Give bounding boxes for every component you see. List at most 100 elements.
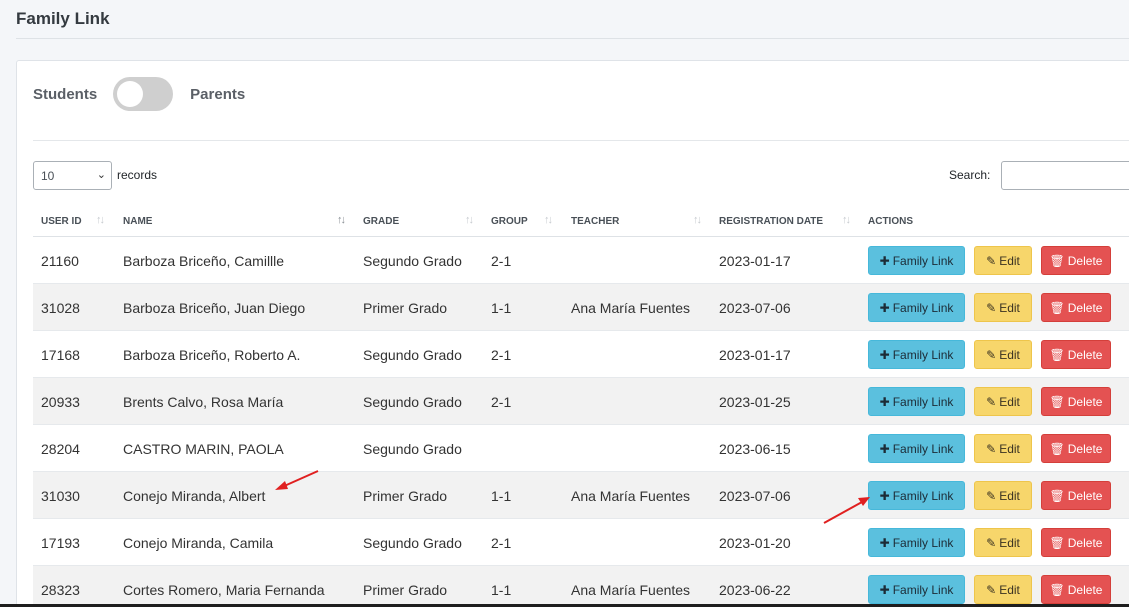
delete-button-label: Delete: [1067, 582, 1103, 597]
family-link-button[interactable]: ✚ Family Link: [868, 528, 965, 557]
cell-date: 2023-01-17: [719, 253, 791, 269]
cell-grade: Primer Grado: [363, 582, 448, 598]
view-toggle: Students Parents: [33, 77, 245, 111]
records-length-select[interactable]: 10 ⌄: [33, 161, 112, 190]
family-link-button-label: Family Link: [892, 535, 954, 550]
title-divider: [16, 38, 1129, 39]
plus-icon: ✚: [879, 535, 890, 550]
cell-grade: Segundo Grado: [363, 253, 462, 269]
cell-date: 2023-01-25: [719, 394, 791, 410]
delete-button[interactable]: 🗑︎ Delete: [1041, 575, 1111, 604]
students-label: Students: [33, 85, 98, 103]
cell-date: 2023-07-06: [719, 488, 791, 504]
cell-name: Barboza Briceño, Juan Diego: [123, 300, 306, 316]
col-registration-date[interactable]: REGISTRATION DATE: [719, 216, 823, 227]
delete-button[interactable]: 🗑︎ Delete: [1041, 340, 1111, 369]
edit-button[interactable]: ✎ Edit: [974, 575, 1032, 604]
delete-button[interactable]: 🗑︎ Delete: [1041, 528, 1111, 557]
family-link-button-label: Family Link: [892, 582, 954, 597]
col-actions: ACTIONS: [868, 216, 913, 227]
delete-button-label: Delete: [1067, 394, 1103, 409]
cell-id: 20933: [41, 394, 80, 410]
table-body: 21160 Barboza Briceño, Camillle Segundo Gr…: [33, 237, 1129, 607]
table-row: 21160 Barboza Briceño, Camillle Segundo Gr…: [33, 237, 1129, 284]
edit-button[interactable]: ✎ Edit: [974, 293, 1032, 322]
students-table: USER ID ↑↓ NAME ↑↓ GRADE ↑↓ GROUP ↑↓ TEA…: [33, 201, 1129, 607]
card-divider: [33, 140, 1129, 141]
col-group[interactable]: GROUP: [491, 216, 528, 227]
cell-teacher: Ana María Fuentes: [571, 300, 691, 316]
cell-teacher: Ana María Fuentes: [571, 488, 691, 504]
sort-arrows-icon[interactable]: ↑↓: [465, 214, 474, 226]
cell-group: 2-1: [491, 535, 512, 551]
sort-arrows-icon[interactable]: ↑↓: [96, 214, 105, 226]
table-row: 31030 Conejo Miranda, Albert Primer Grado 1…: [33, 472, 1129, 519]
trash-icon: 🗑︎: [1049, 582, 1065, 597]
edit-button[interactable]: ✎ Edit: [974, 481, 1032, 510]
cell-name: Barboza Briceño, Roberto A.: [123, 347, 301, 363]
cell-name: Barboza Briceño, Camillle: [123, 253, 285, 269]
students-parents-switch[interactable]: [113, 77, 174, 111]
family-link-button-label: Family Link: [892, 300, 954, 315]
delete-button[interactable]: 🗑︎ Delete: [1041, 481, 1111, 510]
family-link-button[interactable]: ✚ Family Link: [868, 246, 965, 275]
family-link-button[interactable]: ✚ Family Link: [868, 434, 965, 463]
edit-button[interactable]: ✎ Edit: [974, 340, 1032, 369]
edit-button[interactable]: ✎ Edit: [974, 528, 1032, 557]
table-row: 31028 Barboza Briceño, Juan Diego Primer G…: [33, 284, 1129, 331]
trash-icon: 🗑︎: [1049, 300, 1065, 315]
family-link-button[interactable]: ✚ Family Link: [868, 575, 965, 604]
edit-button[interactable]: ✎ Edit: [974, 434, 1032, 463]
edit-button-label: Edit: [999, 253, 1020, 268]
col-grade[interactable]: GRADE: [363, 216, 399, 227]
cell-grade: Segundo Grado: [363, 347, 462, 363]
sort-arrows-icon[interactable]: ↑↓: [337, 214, 346, 226]
edit-icon: ✎: [986, 300, 997, 315]
cell-date: 2023-01-20: [719, 535, 791, 551]
col-user-id[interactable]: USER ID: [41, 216, 82, 227]
family-link-button[interactable]: ✚ Family Link: [868, 293, 965, 322]
cell-group: 1-1: [491, 582, 512, 598]
edit-button-label: Edit: [999, 535, 1020, 550]
delete-button-label: Delete: [1067, 441, 1103, 456]
table-row: 17193 Conejo Miranda, Camila Segundo Grado…: [33, 519, 1129, 566]
cell-id: 21160: [41, 253, 79, 269]
cell-group: 2-1: [491, 253, 512, 269]
cell-id: 17168: [41, 347, 80, 363]
delete-button[interactable]: 🗑︎ Delete: [1041, 434, 1111, 463]
records-label: records: [117, 168, 158, 182]
edit-button-label: Edit: [999, 347, 1020, 362]
sort-arrows-icon[interactable]: ↑↓: [693, 214, 702, 226]
delete-button[interactable]: 🗑︎ Delete: [1041, 246, 1111, 275]
edit-icon: ✎: [986, 488, 997, 503]
cell-grade: Segundo Grado: [363, 535, 462, 551]
delete-button[interactable]: 🗑︎ Delete: [1041, 387, 1111, 416]
plus-icon: ✚: [879, 441, 890, 456]
trash-icon: 🗑︎: [1049, 441, 1065, 456]
col-name[interactable]: NAME: [123, 216, 152, 227]
edit-button-label: Edit: [999, 582, 1020, 597]
trash-icon: 🗑︎: [1049, 488, 1065, 503]
cell-group: 2-1: [491, 347, 512, 363]
sort-arrows-icon[interactable]: ↑↓: [544, 214, 553, 226]
edit-button[interactable]: ✎ Edit: [974, 387, 1032, 416]
cell-date: 2023-07-06: [719, 300, 791, 316]
search-input[interactable]: [1001, 161, 1129, 190]
edit-icon: ✎: [986, 535, 997, 550]
edit-icon: ✎: [986, 582, 997, 597]
plus-icon: ✚: [879, 253, 890, 268]
delete-button[interactable]: 🗑︎ Delete: [1041, 293, 1111, 322]
family-link-button[interactable]: ✚ Family Link: [868, 340, 965, 369]
family-link-button[interactable]: ✚ Family Link: [868, 481, 965, 510]
delete-button-label: Delete: [1067, 347, 1103, 362]
edit-icon: ✎: [986, 441, 997, 456]
family-link-button-label: Family Link: [892, 441, 954, 456]
sort-arrows-icon[interactable]: ↑↓: [842, 214, 851, 226]
cell-name: CASTRO MARIN, PAOLA: [123, 441, 284, 457]
edit-button[interactable]: ✎ Edit: [974, 246, 1032, 275]
cell-grade: Segundo Grado: [363, 394, 462, 410]
parents-label: Parents: [190, 85, 246, 103]
cell-group: 1-1: [491, 300, 512, 316]
family-link-button[interactable]: ✚ Family Link: [868, 387, 965, 416]
col-teacher[interactable]: TEACHER: [571, 216, 619, 227]
